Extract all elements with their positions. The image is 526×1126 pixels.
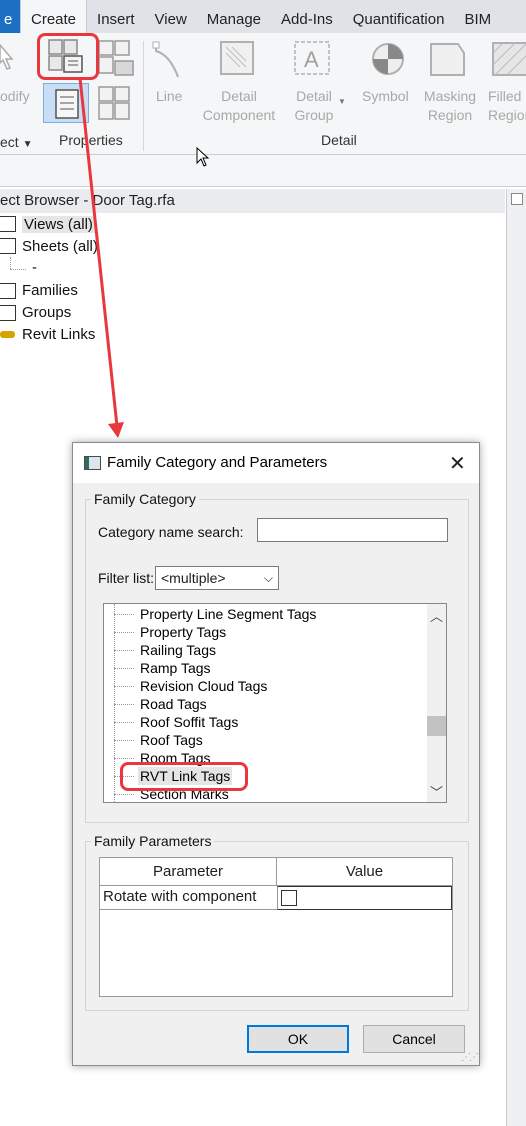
dialog-titlebar: Family Category and Parameters ✕ [73, 443, 479, 483]
family-category-dialog: Family Category and Parameters ✕ Family … [72, 442, 480, 1066]
scroll-up-icon[interactable]: ︿ [430, 606, 443, 625]
list-item[interactable]: Road Tags [138, 695, 209, 713]
tree-connector [114, 650, 134, 651]
annotation-box-ribbon [37, 33, 99, 80]
value-column-header[interactable]: Value [277, 858, 452, 886]
tree-connector [114, 614, 134, 615]
category-search-label: Category name search: [98, 524, 244, 540]
dialog-app-icon [84, 456, 101, 470]
filter-list-value: <multiple> [161, 570, 226, 586]
tree-connector [114, 794, 134, 795]
tree-connector [114, 704, 134, 705]
tree-connector [114, 668, 134, 669]
list-item[interactable]: Railing Tags [138, 641, 218, 659]
param-name-cell: Rotate with component [103, 888, 257, 905]
list-item[interactable]: Roof Soffit Tags [138, 713, 240, 731]
close-icon[interactable]: ✕ [449, 451, 466, 476]
family-category-group-label: Family Category [91, 491, 199, 507]
ok-button[interactable]: OK [247, 1025, 349, 1053]
dialog-title: Family Category and Parameters [107, 454, 328, 471]
filter-list-select[interactable]: <multiple> ⌵ [155, 566, 279, 590]
annotation-box-rvt-link-tags [120, 762, 248, 791]
category-scrollbar[interactable]: ︿ ﹀ [427, 604, 446, 802]
category-search-input[interactable] [257, 518, 448, 542]
table-row: Rotate with component [100, 886, 452, 910]
tree-connector [114, 722, 134, 723]
list-item[interactable]: Revision Cloud Tags [138, 677, 269, 695]
list-item[interactable]: Property Line Segment Tags [138, 605, 318, 623]
list-item[interactable]: Property Tags [138, 623, 228, 641]
tree-connector [114, 686, 134, 687]
tree-connector [114, 632, 134, 633]
resize-grip-icon[interactable]: ⋰⋰ [461, 1052, 479, 1063]
list-item[interactable]: Roof Tags [138, 731, 205, 749]
cancel-button[interactable]: Cancel [363, 1025, 465, 1053]
tree-connector [114, 758, 134, 759]
scroll-thumb[interactable] [427, 716, 446, 736]
family-parameters-group-label: Family Parameters [91, 833, 215, 849]
chevron-down-icon: ⌵ [263, 571, 273, 585]
tree-connector [114, 740, 134, 741]
parameters-grid: Parameter Value Rotate with component [99, 857, 453, 997]
rotate-with-component-checkbox[interactable] [281, 890, 297, 906]
list-item[interactable]: Ramp Tags [138, 659, 213, 677]
scroll-down-icon[interactable]: ﹀ [430, 782, 443, 801]
parameter-column-header[interactable]: Parameter [100, 858, 277, 886]
filter-list-label: Filter list: [98, 570, 154, 586]
param-value-cell[interactable] [277, 886, 452, 910]
